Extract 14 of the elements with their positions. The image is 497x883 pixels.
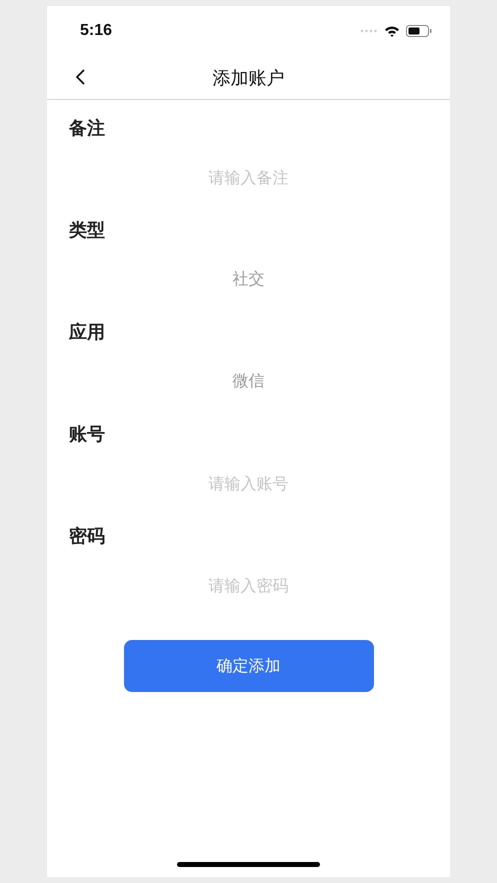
field-label: 密码 bbox=[69, 525, 105, 549]
field-label: 账号 bbox=[69, 423, 105, 447]
back-icon[interactable] bbox=[75, 69, 85, 85]
picker-field[interactable]: 微信 bbox=[109, 369, 388, 393]
wifi-icon bbox=[384, 25, 400, 37]
field-label: 备注 bbox=[69, 117, 105, 141]
field-label: 应用 bbox=[69, 321, 105, 345]
status-time: 5:16 bbox=[80, 22, 112, 40]
signal-icon bbox=[360, 29, 378, 33]
picker-field[interactable]: 社交 bbox=[109, 267, 388, 291]
field-label: 类型 bbox=[69, 219, 105, 243]
page-title: 添加账户 bbox=[212, 66, 284, 90]
battery-icon bbox=[406, 25, 432, 37]
submit-button[interactable]: 确定添加 bbox=[124, 640, 374, 692]
